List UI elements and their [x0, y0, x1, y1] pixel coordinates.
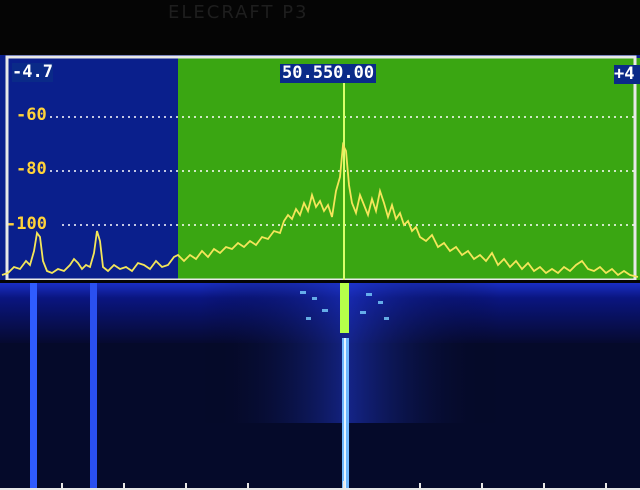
- waterfall-panel[interactable]: [0, 283, 640, 490]
- waterfall-noise-hump: [200, 283, 500, 423]
- spectrum-plot: [0, 55, 640, 280]
- waterfall-plot: [0, 283, 640, 490]
- center-frequency-readout[interactable]: 50.550.00: [280, 64, 377, 83]
- spectrum-panel[interactable]: -4.7 50.550.00 +4 -60 -80 -100: [0, 55, 640, 280]
- passband-region: [178, 58, 640, 280]
- db-label-80: -80: [16, 159, 47, 179]
- panadapter-display: -4.7 50.550.00 +4 -60 -80 -100: [0, 55, 640, 490]
- right-offset-readout: +4: [614, 65, 640, 84]
- left-offset-readout: -4.7: [12, 62, 53, 82]
- waterfall-signal-left: [30, 283, 37, 490]
- waterfall-carrier-recent: [340, 283, 349, 333]
- waterfall-carrier-core: [344, 338, 346, 490]
- db-label-60: -60: [16, 105, 47, 125]
- waterfall-signal-second: [90, 283, 97, 490]
- bezel-label: ELECRAFT P3: [168, 2, 309, 23]
- db-label-100: -100: [6, 214, 47, 234]
